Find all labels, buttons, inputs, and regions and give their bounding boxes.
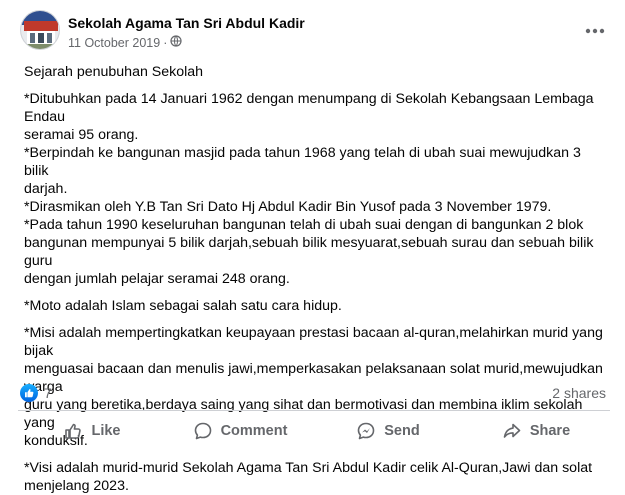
post-paragraph: *Ditubuhkan pada 14 Januari 1962 dengan … — [24, 91, 594, 287]
post-meta: 11 October 2019 · — [68, 35, 182, 50]
comment-label: Comment — [220, 423, 288, 439]
school-logo-image — [21, 11, 59, 49]
post-stats: 7 2 shares — [20, 384, 610, 404]
globe-icon — [170, 35, 182, 50]
post-header: Sekolah Agama Tan Sri Abdul Kadir 11 Oct… — [20, 10, 610, 56]
shares-count-link[interactable]: 2 shares — [552, 385, 606, 401]
post-actions-bar: Like Comment Send Share — [18, 414, 610, 448]
comment-icon — [194, 422, 211, 440]
page-avatar[interactable] — [20, 10, 60, 50]
share-icon — [503, 423, 521, 438]
reaction-count: 7 — [44, 385, 52, 401]
divider — [18, 410, 610, 411]
send-label: Send — [384, 423, 420, 439]
share-label: Share — [529, 423, 571, 439]
facebook-post: Sekolah Agama Tan Sri Abdul Kadir 11 Oct… — [0, 0, 625, 494]
post-paragraph: *Visi adalah murid-murid Sekolah Agama T… — [24, 460, 593, 494]
send-icon — [357, 422, 375, 440]
page-name-link[interactable]: Sekolah Agama Tan Sri Abdul Kadir — [68, 15, 305, 31]
post-paragraph: Sejarah penubuhan Sekolah — [24, 64, 204, 80]
like-button[interactable]: Like — [18, 414, 166, 448]
meta-separator: · — [163, 35, 168, 50]
thumbs-up-icon — [65, 423, 82, 439]
post-paragraph: *Moto adalah Islam sebagai salah satu ca… — [24, 298, 342, 314]
post-date[interactable]: 11 October 2019 — [68, 36, 160, 50]
share-button[interactable]: Share — [462, 414, 610, 448]
send-button[interactable]: Send — [314, 414, 462, 448]
more-options-button[interactable] — [580, 16, 610, 46]
like-reaction-icon — [20, 384, 38, 402]
more-horizontal-icon — [585, 28, 605, 34]
like-label: Like — [91, 423, 121, 439]
comment-button[interactable]: Comment — [166, 414, 314, 448]
reactions-summary[interactable]: 7 — [20, 384, 52, 402]
